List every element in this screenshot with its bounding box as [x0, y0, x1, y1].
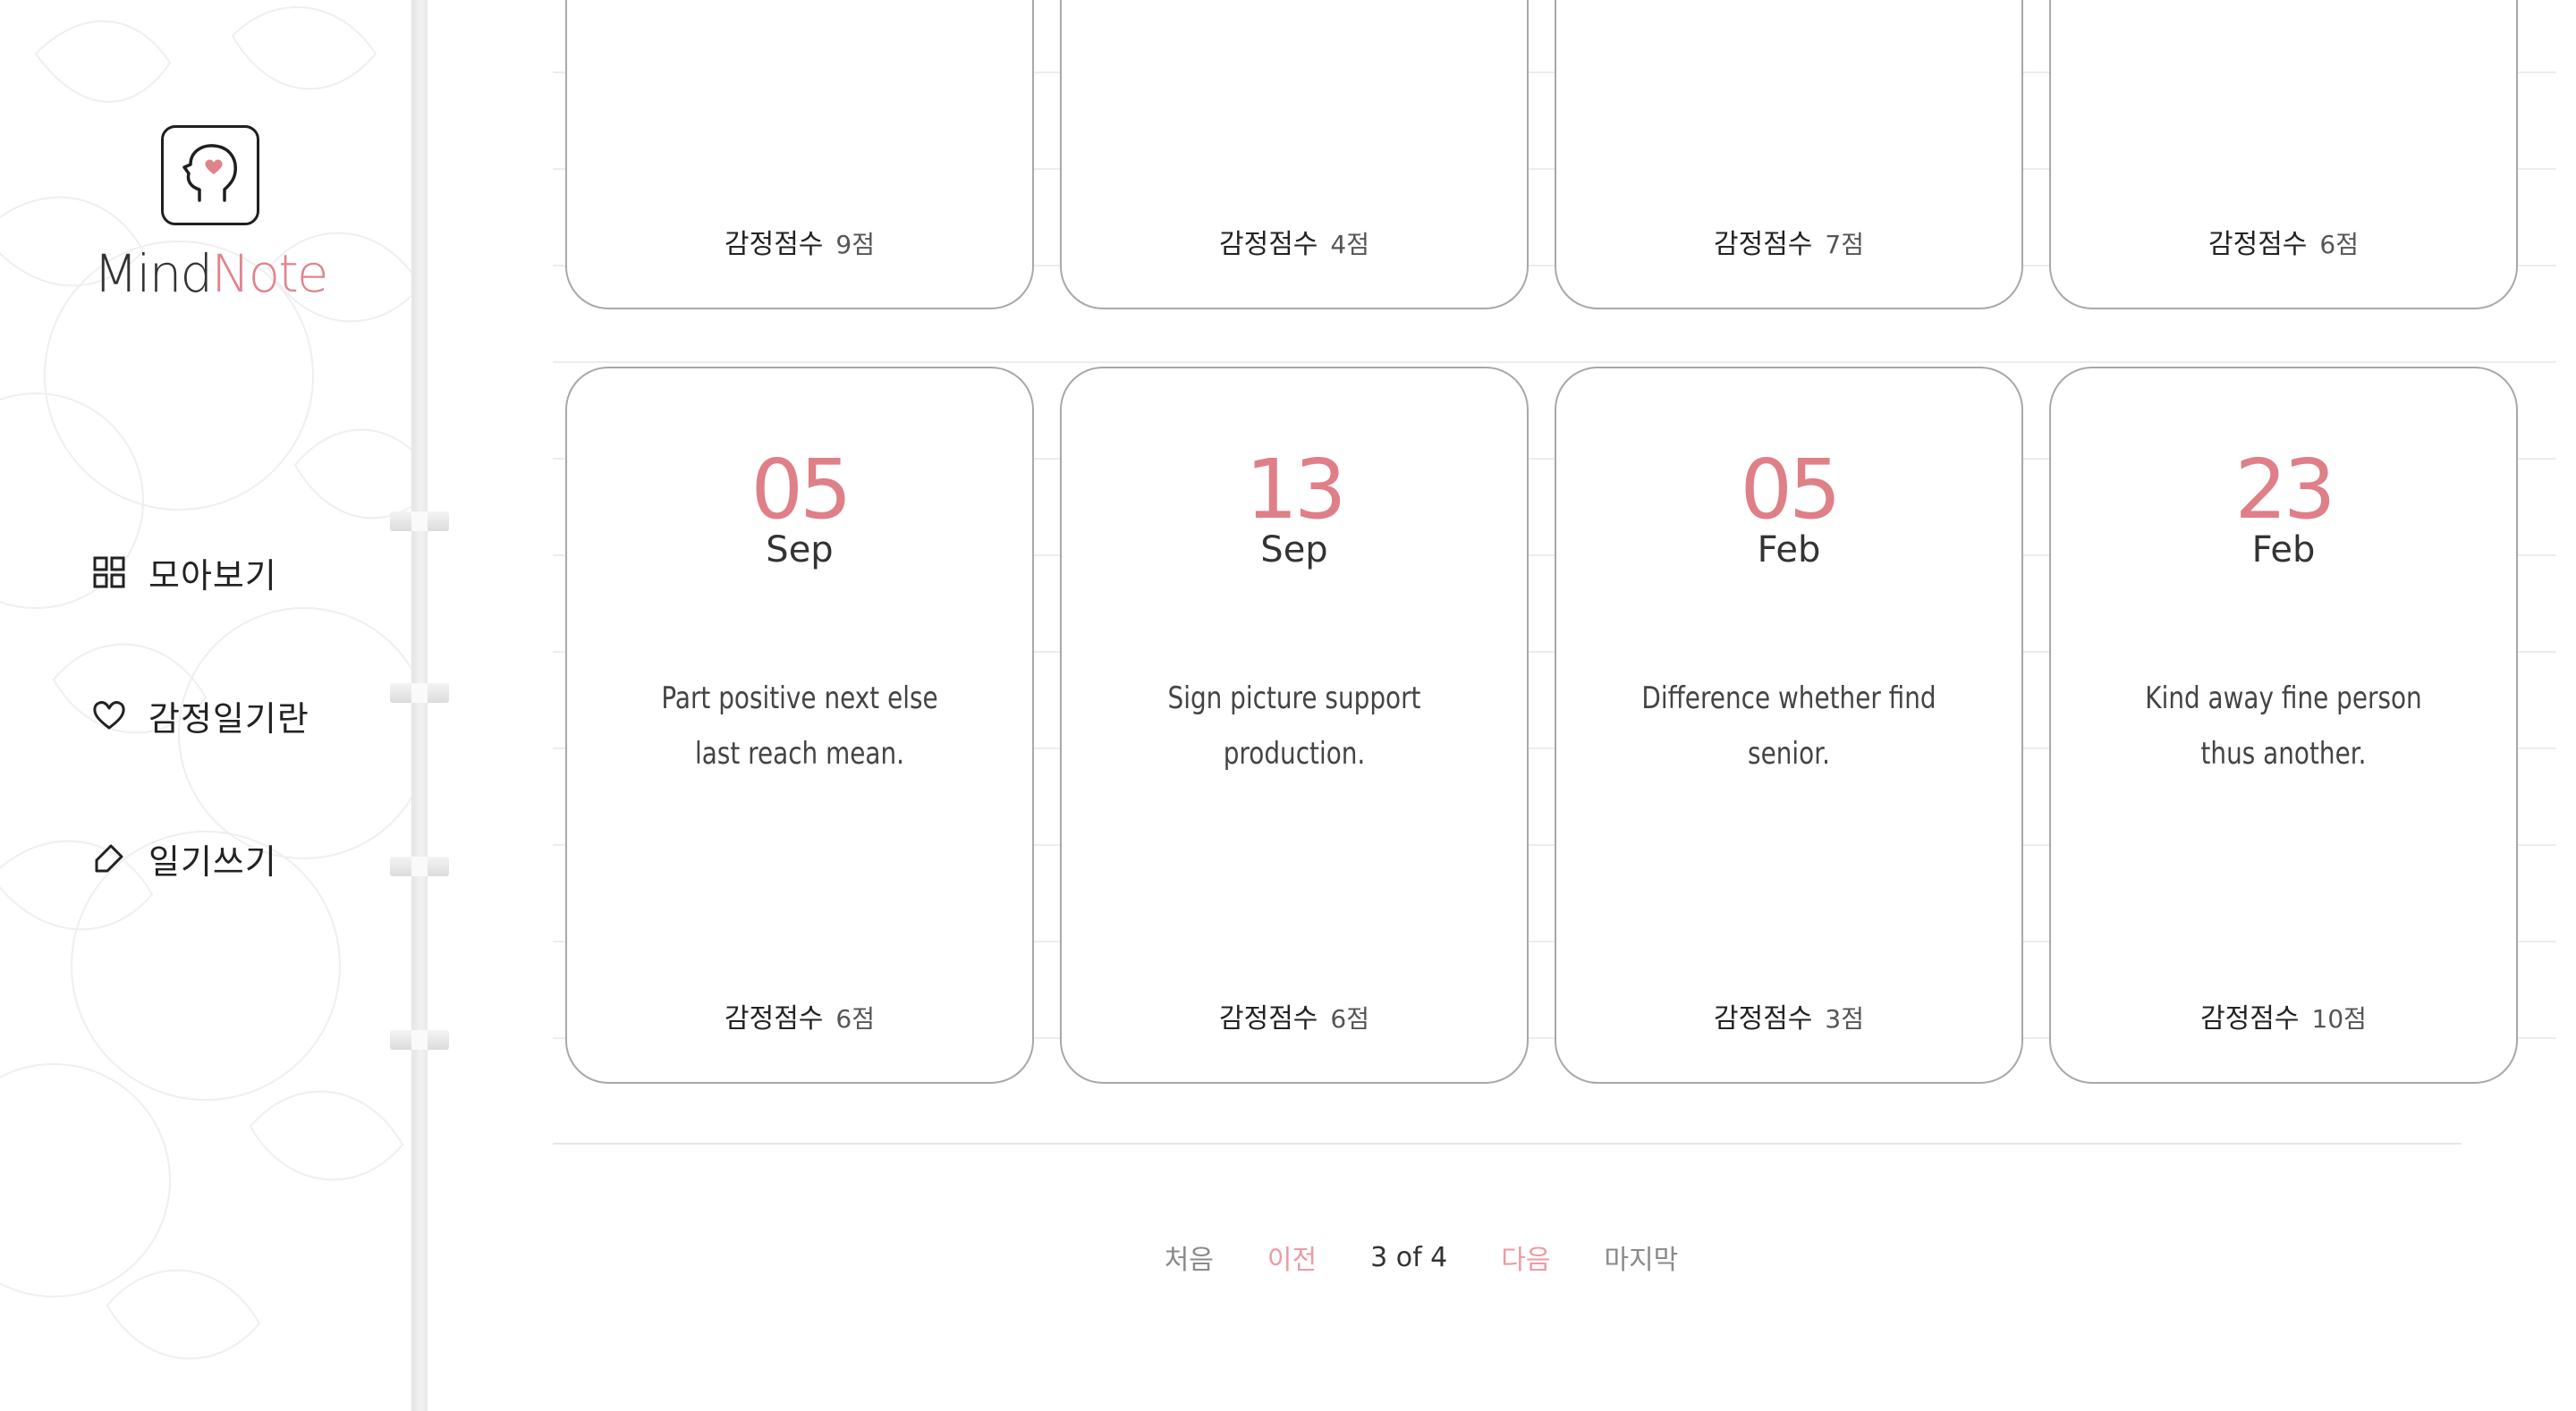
emotion-score: 감정점수 6점	[1062, 996, 1527, 1035]
diary-card[interactable]: 감정점수 7점	[1555, 0, 2023, 309]
diary-card[interactable]: 05 Sep Part positive next else last reac…	[565, 367, 1034, 1084]
nav-item-collection[interactable]: 모아보기	[89, 545, 309, 599]
diary-card[interactable]: 05 Feb Difference whether find senior. 감…	[1555, 367, 2023, 1084]
nav-item-label: 감정일기란	[148, 698, 309, 739]
emotion-score: 감정점수 10점	[2051, 996, 2516, 1035]
pagination-prev-button[interactable]: 이전	[1267, 1238, 1317, 1277]
pagination-info: 3 of 4	[1370, 1241, 1448, 1273]
pagination-first-button[interactable]: 처음	[1165, 1238, 1214, 1277]
diary-card[interactable]: 감정점수 9점	[565, 0, 1034, 309]
brand-name-mind: Mind	[93, 243, 213, 304]
nav-item-label: 일기쓰기	[148, 841, 277, 882]
emotion-score-label: 감정점수	[1219, 1003, 1318, 1035]
emotion-score-label: 감정점수	[724, 229, 824, 260]
card-day: 23	[2234, 442, 2335, 537]
pagination: 처음 이전 3 of 4 다음 마지막	[428, 1238, 2576, 1277]
emotion-score-label: 감정점수	[1714, 1003, 1813, 1035]
emotion-score: 감정점수 6점	[2051, 222, 2516, 261]
emotion-score-value: 10점	[2311, 1004, 2367, 1034]
emotion-score-value: 3점	[1825, 1004, 1864, 1034]
emotion-score: 감정점수 7점	[1556, 222, 2021, 261]
emotion-score-label: 감정점수	[2200, 1003, 2300, 1035]
ruled-line	[553, 361, 2556, 363]
nav-item-write-diary[interactable]: 일기쓰기	[89, 832, 309, 885]
brand-name: MindNote	[93, 243, 328, 304]
emotion-score: 감정점수 9점	[567, 222, 1032, 261]
card-body: Difference whether find senior.	[1641, 680, 1936, 772]
emotion-score-label: 감정점수	[2208, 229, 2308, 260]
emotion-score-value: 7점	[1825, 230, 1864, 259]
card-day: 05	[750, 442, 852, 537]
emotion-score-value: 6점	[2319, 230, 2359, 259]
emotion-score-value: 9점	[835, 230, 875, 259]
nav-item-emotion-diary[interactable]: 감정일기란	[89, 689, 309, 742]
brand-logo[interactable]: MindNote	[0, 125, 411, 304]
emotion-score-label: 감정점수	[724, 1003, 824, 1035]
diary-grid: 감정점수 9점 감정점수 4점 감정점수 7점 감정점수 6점 05 Sep Part …	[428, 0, 2576, 1411]
nav-item-label: 모아보기	[148, 555, 277, 596]
card-month: Feb	[2251, 529, 2316, 570]
card-body: Part positive next else last reach mean.	[661, 680, 938, 772]
pagination-next-button[interactable]: 다음	[1501, 1238, 1550, 1277]
card-month: Sep	[766, 529, 834, 570]
card-body: Sign picture support production.	[1167, 680, 1421, 772]
mind-head-icon	[161, 125, 259, 225]
app: MindNote 모아보기 감정일기란 일기쓰기 감정점수 9점 감정점수 4점…	[0, 0, 2576, 1411]
emotion-score-value: 6점	[1330, 1004, 1369, 1034]
emotion-score-value: 6점	[835, 1004, 875, 1034]
emotion-score-value: 4점	[1330, 230, 1369, 259]
brand-name-note: Note	[211, 243, 328, 304]
grid-icon	[89, 553, 129, 592]
emotion-score: 감정점수 3점	[1556, 996, 2021, 1035]
sidebar: MindNote 모아보기 감정일기란 일기쓰기	[0, 0, 411, 1411]
content-divider	[553, 1143, 2462, 1145]
emotion-score: 감정점수 4점	[1062, 222, 1527, 261]
emotion-score-label: 감정점수	[1219, 229, 1318, 260]
emotion-score: 감정점수 6점	[567, 996, 1032, 1035]
diary-card[interactable]: 감정점수 4점	[1060, 0, 1529, 309]
card-month: Feb	[1757, 529, 1821, 570]
diary-card[interactable]: 감정점수 6점	[2049, 0, 2518, 309]
binder-spine	[411, 0, 428, 1411]
card-month: Sep	[1260, 529, 1328, 570]
card-day: 13	[1245, 442, 1346, 537]
heart-icon	[89, 696, 129, 735]
card-day: 05	[1740, 442, 1841, 537]
sidebar-nav: 모아보기 감정일기란 일기쓰기	[89, 545, 309, 975]
pencil-icon	[89, 839, 129, 878]
card-body: Kind away fine person thus another.	[2145, 680, 2422, 772]
emotion-score-label: 감정점수	[1714, 229, 1813, 260]
diary-card[interactable]: 13 Sep Sign picture support production. …	[1060, 367, 1529, 1084]
pagination-last-button[interactable]: 마지막	[1604, 1238, 1678, 1277]
diary-card[interactable]: 23 Feb Kind away fine person thus anothe…	[2049, 367, 2518, 1084]
